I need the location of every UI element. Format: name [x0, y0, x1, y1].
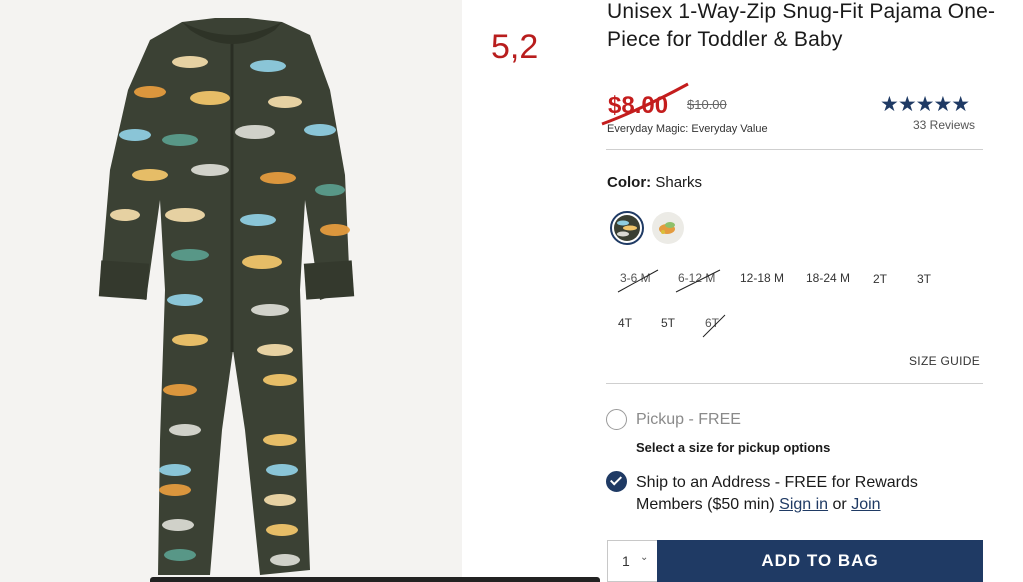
- price-note: Everyday Magic: Everyday Value: [607, 123, 768, 135]
- swatch-sharks[interactable]: [610, 211, 644, 245]
- add-to-bag-button[interactable]: ADD TO BAG: [657, 540, 983, 582]
- divider: [606, 383, 983, 384]
- price-strike-mark: [601, 82, 689, 126]
- ship-label[interactable]: Ship to an Address - FREE for Rewards Me…: [636, 472, 976, 516]
- annotation-label: 5,2: [491, 28, 539, 66]
- size-6-12m[interactable]: 6-12 M: [675, 269, 721, 293]
- chevron-down-icon: ⌄: [640, 552, 649, 563]
- size-3t[interactable]: 3T: [917, 272, 931, 286]
- color-label-key: Color:: [607, 174, 652, 191]
- join-link[interactable]: Join: [851, 496, 880, 513]
- size-6t[interactable]: 6T: [702, 314, 726, 338]
- unavailable-slash: [617, 269, 659, 293]
- original-price: $10.00: [687, 97, 727, 112]
- pickup-radio[interactable]: [606, 409, 627, 430]
- pickup-label[interactable]: Pickup - FREE: [636, 411, 741, 429]
- size-3-6m[interactable]: 3-6 M: [617, 269, 659, 293]
- dino-swatch-icon: [659, 222, 675, 234]
- ship-radio[interactable]: [606, 471, 627, 492]
- quantity-select[interactable]: 1 ⌄: [607, 540, 657, 582]
- size-guide-link[interactable]: SIZE GUIDE: [909, 354, 980, 368]
- product-image[interactable]: [0, 0, 462, 582]
- reviews-link[interactable]: 33 Reviews: [913, 118, 975, 132]
- scrollbar[interactable]: [150, 577, 600, 582]
- check-icon: [609, 473, 623, 486]
- or-text: or: [832, 496, 847, 513]
- sharks-swatch-icon: [614, 215, 640, 241]
- size-4t[interactable]: 4T: [618, 316, 632, 330]
- size-2t[interactable]: 2T: [873, 272, 887, 286]
- quantity-value: 1: [622, 553, 630, 569]
- swatch-alt[interactable]: [652, 212, 684, 244]
- divider: [606, 149, 983, 150]
- size-18-24m[interactable]: 18-24 M: [806, 271, 850, 285]
- unavailable-slash: [675, 269, 721, 293]
- unavailable-slash: [702, 314, 726, 338]
- rating-stars[interactable]: ★★★★★: [880, 92, 970, 117]
- color-label-value: Sharks: [655, 174, 703, 191]
- product-title: Unisex 1-Way-Zip Snug-Fit Pajama One-Pie…: [607, 0, 996, 51]
- color-label: Color: Sharks: [607, 174, 702, 191]
- pajama-illustration: [98, 18, 355, 575]
- sign-in-link[interactable]: Sign in: [779, 496, 828, 513]
- pickup-note: Select a size for pickup options: [636, 440, 831, 455]
- size-12-18m[interactable]: 12-18 M: [740, 271, 784, 285]
- size-5t[interactable]: 5T: [661, 316, 675, 330]
